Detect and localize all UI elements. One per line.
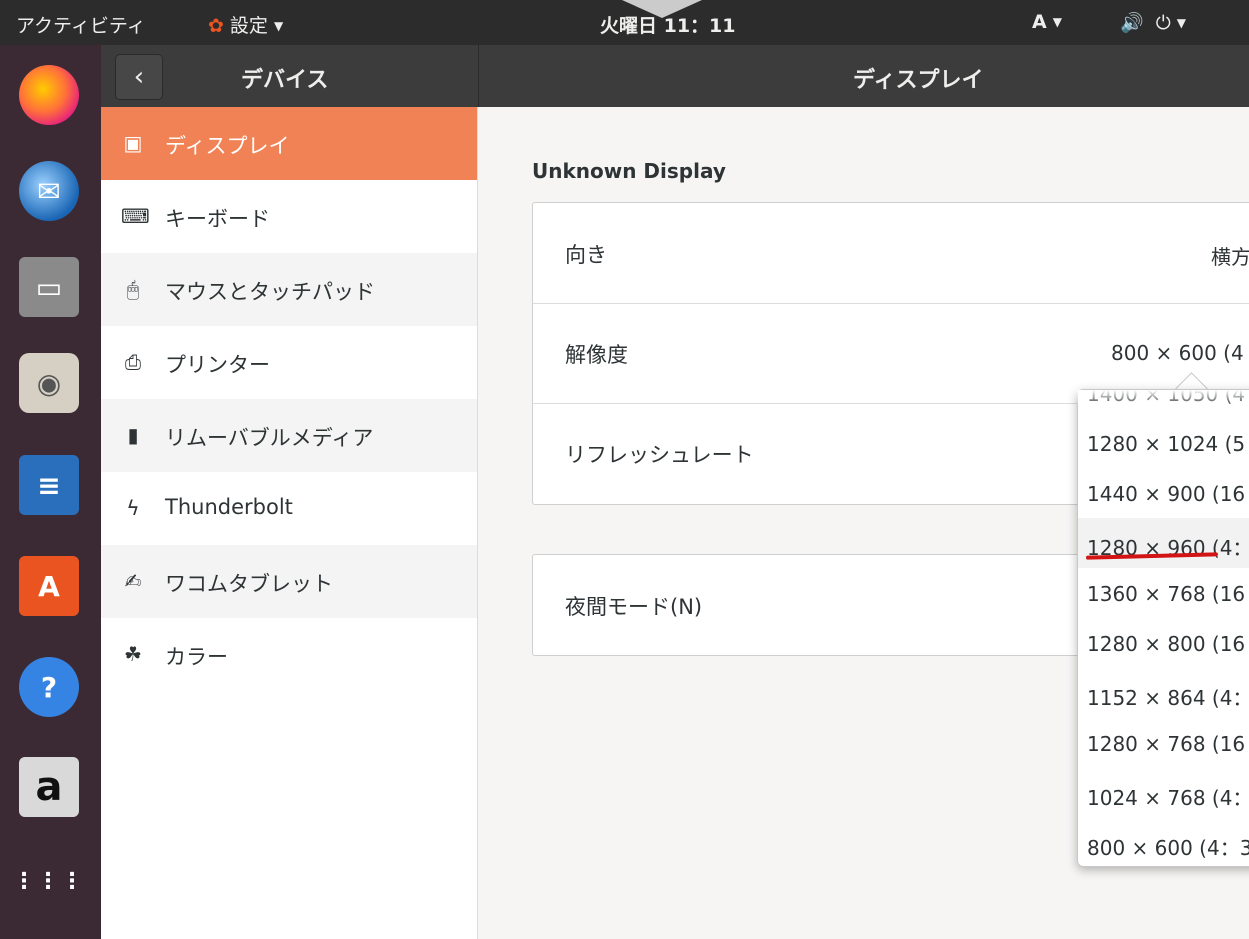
- volume-icon: 🔊: [1120, 12, 1144, 34]
- dock-item[interactable]: ▭: [13, 251, 85, 323]
- sidebar-title: デバイス: [241, 68, 329, 93]
- resolution-option[interactable]: 1440 × 900 (16: [1078, 468, 1249, 518]
- app-menu[interactable]: ✿ 設定 ▼: [208, 11, 283, 38]
- scroll-fade: [1077, 390, 1249, 406]
- dock: ✉ ▭ ◉ ≡ A? a ⋮⋮⋮: [0, 45, 101, 939]
- sidebar-item-label: カラー: [165, 645, 228, 669]
- dock-item[interactable]: A: [13, 550, 85, 622]
- resolution-option[interactable]: 1280 × 1024 (5: [1078, 418, 1249, 468]
- resolution-option[interactable]: 1280 × 768 (16: [1078, 718, 1249, 768]
- resolution-popover: 1400 × 1050 (41280 × 1024 (51440 × 900 (…: [1077, 389, 1249, 867]
- rhythmbox-icon: ◉: [19, 353, 79, 413]
- tablet-icon: ✍: [124, 569, 142, 593]
- activities-button[interactable]: アクティビティ: [16, 11, 146, 38]
- resolution-option-label: 1024 × 768 (4：: [1087, 786, 1249, 810]
- sidebar-item-printers[interactable]: ⎙ プリンター: [101, 326, 477, 399]
- dock-item[interactable]: ≡: [13, 449, 85, 521]
- dock-item[interactable]: [13, 59, 85, 131]
- resolution-option[interactable]: 1360 × 768 (16: [1078, 568, 1249, 618]
- chevron-down-icon: ▼: [1176, 16, 1187, 30]
- show-apps-icon: ⋮⋮⋮: [13, 868, 85, 894]
- screenshot-tool-notch: [622, 0, 702, 18]
- thunderbird-icon: ✉: [19, 161, 79, 221]
- keyboard-icon: ⌨: [121, 204, 150, 228]
- dock-item[interactable]: a: [13, 751, 85, 823]
- resolution-option-label: 1280 × 1024 (5: [1087, 432, 1246, 456]
- sidebar: ▣ ディスプレイ ⌨ キーボード 🖱 マウスとタッチパッド ⎙ プリンター ▮ …: [101, 107, 478, 939]
- resolution-option-label: 1152 × 864 (4：: [1087, 686, 1249, 710]
- sidebar-item-thunderbolt[interactable]: ϟ Thunderbolt: [101, 472, 477, 545]
- resolution-option-label: 1280 × 768 (16: [1087, 732, 1246, 756]
- dock-item[interactable]: ◉: [13, 347, 85, 419]
- settings-gear-icon: ✿: [208, 15, 224, 37]
- resolution-option[interactable]: 1152 × 864 (4：: [1078, 668, 1249, 718]
- orientation-row[interactable]: 向き 横方: [533, 203, 1249, 304]
- chevron-down-icon: ▼: [273, 19, 284, 33]
- sidebar-item-label: リムーバブルメディア: [165, 426, 374, 450]
- resolution-option[interactable]: 1024 × 768 (4：: [1078, 768, 1249, 818]
- sidebar-item-mouse[interactable]: 🖱 マウスとタッチパッド: [101, 253, 477, 326]
- input-source-label: A: [1032, 11, 1047, 33]
- sidebar-item-label: プリンター: [165, 353, 270, 377]
- power-icon: ⏻: [1155, 12, 1171, 34]
- input-source-menu[interactable]: A ▼: [1032, 11, 1062, 33]
- thunderbolt-icon: ϟ: [126, 496, 140, 520]
- resolution-option[interactable]: 800 × 600 (4：3: [1078, 818, 1249, 866]
- sidebar-item-label: キーボード: [165, 207, 270, 231]
- resolution-option-label: 1280 × 800 (16: [1087, 632, 1246, 656]
- usb-icon: ▮: [127, 423, 139, 447]
- chevron-left-icon: ‹: [133, 62, 145, 92]
- sidebar-item-keyboard[interactable]: ⌨ キーボード: [101, 180, 477, 253]
- refresh-rate-label: リフレッシュレート: [565, 443, 754, 467]
- sidebar-item-label: マウスとタッチパッド: [165, 280, 375, 304]
- dock-item[interactable]: ✉: [13, 155, 85, 227]
- back-button[interactable]: ‹: [115, 54, 163, 100]
- color-icon: ☘: [124, 642, 142, 666]
- resolution-option-label: 1360 × 768 (16: [1087, 582, 1246, 606]
- resolution-option[interactable]: 1280 × 960 (4：: [1078, 518, 1249, 568]
- sidebar-item-label: Thunderbolt: [165, 495, 293, 519]
- orientation-label: 向き: [565, 243, 607, 267]
- resolution-option-label: 1440 × 900 (16: [1087, 482, 1246, 506]
- help-icon: ?: [19, 657, 79, 717]
- resolution-value[interactable]: 800 × 600 (4: [1111, 341, 1244, 365]
- header-bar: ‹ デバイス ディスプレイ: [101, 45, 1249, 107]
- printer-icon: ⎙: [125, 350, 141, 374]
- system-menu[interactable]: 🔊 ⏻ ▼: [1120, 11, 1186, 34]
- dock-item[interactable]: ?: [13, 651, 85, 723]
- firefox-icon: [19, 65, 79, 125]
- libreoffice-writer-icon: ≡: [19, 455, 79, 515]
- mouse-icon: 🖱: [127, 277, 139, 301]
- files-icon: ▭: [19, 257, 79, 317]
- chevron-down-icon: ▼: [1052, 15, 1062, 29]
- display-name: Unknown Display: [532, 159, 726, 183]
- header-divider: [478, 45, 479, 107]
- sidebar-item-removable-media[interactable]: ▮ リムーバブルメディア: [101, 399, 477, 472]
- software-center-icon: A: [19, 556, 79, 616]
- dock-item[interactable]: ⋮⋮⋮: [13, 845, 85, 917]
- display-icon: ▣: [123, 131, 143, 155]
- app-menu-label: 設定: [229, 15, 268, 37]
- sidebar-item-wacom[interactable]: ✍ ワコムタブレット: [101, 545, 477, 618]
- sidebar-item-label: ディスプレイ: [165, 134, 290, 158]
- sidebar-item-color[interactable]: ☘ カラー: [101, 618, 477, 691]
- orientation-value[interactable]: 横方: [1211, 241, 1249, 270]
- amazon-icon: a: [19, 757, 79, 817]
- resolution-option[interactable]: 1280 × 800 (16: [1078, 618, 1249, 668]
- sidebar-item-display[interactable]: ▣ ディスプレイ: [101, 107, 477, 180]
- night-mode-label: 夜間モード(N): [565, 595, 703, 619]
- resolution-option-label: 800 × 600 (4：3: [1087, 836, 1249, 860]
- resolution-label: 解像度: [565, 343, 628, 367]
- sidebar-item-label: ワコムタブレット: [165, 572, 333, 596]
- panel-title: ディスプレイ: [853, 68, 984, 93]
